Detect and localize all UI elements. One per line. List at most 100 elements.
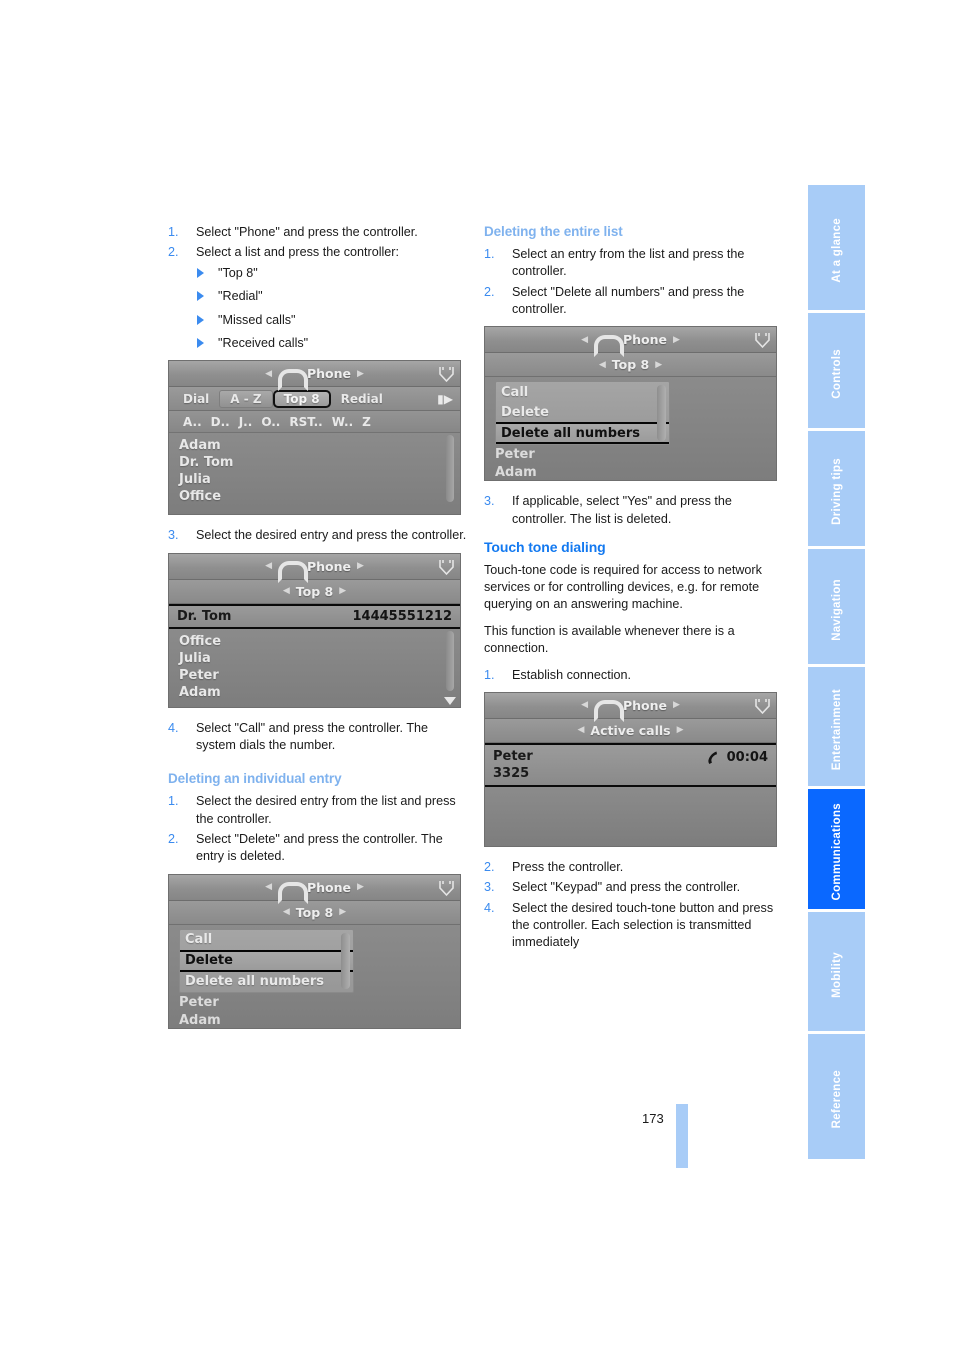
back-corner-icon[interactable]: [438, 365, 455, 383]
step-number: 2.: [484, 859, 495, 874]
next-arrow-icon[interactable]: ▶: [357, 561, 364, 571]
step-text: Select an entry from the list and press …: [512, 246, 745, 279]
next-arrow-icon[interactable]: ▶: [357, 882, 364, 892]
menu-item-call[interactable]: Call: [180, 930, 353, 950]
list-row[interactable]: Adam: [179, 1013, 221, 1028]
tab-top8[interactable]: Top 8: [272, 389, 331, 408]
step-text: Select "Delete all numbers" and press th…: [512, 284, 745, 316]
menu-scrollbar[interactable]: [341, 932, 350, 989]
prev-arrow-icon[interactable]: ◀: [581, 335, 588, 345]
scrollbar[interactable]: [446, 630, 454, 691]
back-corner-icon[interactable]: [438, 879, 455, 897]
step-select-call: 4. Select "Call" and press the controlle…: [168, 720, 468, 755]
step-text: Select the desired entry and press the c…: [196, 528, 467, 543]
back-corner-icon[interactable]: [438, 558, 455, 576]
list-row[interactable]: Dr. Tom: [179, 454, 460, 471]
letter-group[interactable]: D..: [211, 415, 230, 429]
step-number: 2.: [484, 284, 495, 299]
tab-a-z[interactable]: A - Z: [219, 389, 273, 408]
prev-arrow-icon[interactable]: ◀: [283, 907, 290, 917]
screenshot-phone-menu-delete-all: ◀ Phone ▶ ◀ Top 8 ▶ Peter Adam Call Dele…: [484, 326, 777, 482]
paragraph-touch-tone-info: Touch-tone code is required for access t…: [484, 562, 762, 612]
back-corner-icon[interactable]: [754, 331, 771, 349]
list-row[interactable]: Julia: [179, 650, 460, 667]
screen-subtitlebar: ◀ Active calls ▶: [485, 718, 776, 743]
list-row[interactable]: Office: [179, 633, 460, 650]
prev-arrow-icon[interactable]: ◀: [265, 882, 272, 892]
next-arrow-icon[interactable]: ▶: [673, 700, 680, 710]
sidebar-item-controls[interactable]: Controls: [808, 313, 865, 431]
prev-arrow-icon[interactable]: ◀: [265, 369, 272, 379]
menu-scrollbar[interactable]: [657, 385, 666, 442]
scroll-down-icon[interactable]: [444, 696, 456, 705]
back-corner-icon[interactable]: [754, 697, 771, 715]
sidebar-item-navigation[interactable]: Navigation: [808, 549, 865, 667]
screen-tabrow: Dial A - Z Top 8 Redial ▮▶: [169, 387, 460, 412]
sidebar-item-reference[interactable]: Reference: [808, 1034, 865, 1159]
menu-item-call[interactable]: Call: [496, 382, 669, 402]
letter-group[interactable]: O..: [261, 415, 280, 429]
next-arrow-icon[interactable]: ▶: [357, 369, 364, 379]
list-row[interactable]: Peter: [179, 995, 219, 1010]
tab-dial[interactable]: Dial: [173, 391, 219, 407]
step-number: 2.: [168, 832, 179, 846]
sidebar-item-label: Communications: [830, 803, 843, 901]
manual-page: 1. Select "Phone" and press the controll…: [0, 0, 954, 1351]
menu-item-delete[interactable]: Delete: [180, 949, 353, 972]
screenshot-phone-top8: ◀ Phone ▶ ◀ Top 8 ▶ Dr. Tom 14445551212: [168, 552, 461, 708]
active-call-row[interactable]: Peter 3325 00:04: [485, 742, 776, 787]
next-arrow-icon[interactable]: ▶: [339, 907, 346, 917]
next-arrow-icon[interactable]: ▶: [673, 335, 680, 345]
step-item: 1. Select the desired entry from the lis…: [168, 793, 468, 828]
list-row[interactable]: Adam: [495, 465, 537, 480]
step-number: 1.: [484, 246, 495, 261]
next-arrow-icon[interactable]: ▶: [655, 360, 662, 370]
list-row[interactable]: Adam: [179, 437, 460, 454]
step-text: Select "Call" and press the controller. …: [196, 720, 429, 752]
screen-titlebar: ◀ Phone ▶: [485, 327, 776, 357]
prev-arrow-icon[interactable]: ◀: [265, 561, 272, 571]
list-row[interactable]: Peter: [179, 667, 460, 684]
steps-delete-entire-list: 1. Select an entry from the list and pre…: [484, 246, 784, 319]
steps-select-list: 1. Select "Phone" and press the controll…: [168, 224, 468, 262]
step-number: 3.: [168, 528, 179, 543]
letter-group[interactable]: J..: [239, 415, 253, 429]
letter-group[interactable]: Z: [362, 415, 371, 429]
next-arrow-icon[interactable]: ▶: [677, 725, 684, 735]
letter-group[interactable]: RST..: [289, 415, 322, 429]
screen-list: Peter Adam Call Delete Delete all number…: [169, 924, 460, 1028]
list-row[interactable]: Office: [179, 488, 460, 505]
sidebar-item-at-a-glance[interactable]: At a glance: [808, 185, 865, 313]
selected-contact-row[interactable]: Dr. Tom 14445551212: [169, 603, 460, 629]
list-row[interactable]: Peter: [495, 447, 535, 462]
list-row[interactable]: Adam: [179, 684, 460, 701]
step-number: 1.: [484, 667, 495, 682]
menu-item-delete[interactable]: Delete: [496, 402, 669, 422]
prev-arrow-icon[interactable]: ◀: [577, 725, 584, 735]
menu-item-delete-all[interactable]: Delete all numbers: [180, 972, 353, 992]
letter-group[interactable]: W..: [332, 415, 353, 429]
sidebar-item-driving-tips[interactable]: Driving tips: [808, 431, 865, 549]
list-item-label: "Top 8": [218, 265, 258, 280]
screen-title: Phone: [306, 879, 352, 895]
steps-keypad: 2. Press the controller. 3. Select "Keyp…: [484, 859, 784, 952]
screenshot-phone-menu-delete: ◀ Phone ▶ ◀ Top 8 ▶ Peter Adam Call Dele…: [168, 873, 461, 1029]
prev-arrow-icon[interactable]: ◀: [581, 700, 588, 710]
menu-item-delete-all[interactable]: Delete all numbers: [496, 422, 669, 445]
active-call-info: Peter 3325: [493, 748, 705, 782]
step-text: Select the desired touch-tone button and…: [512, 900, 774, 950]
sidebar-item-communications[interactable]: Communications: [808, 789, 865, 912]
list-row[interactable]: Julia: [179, 471, 460, 488]
scrollbar[interactable]: [446, 435, 454, 503]
prev-arrow-icon[interactable]: ◀: [599, 360, 606, 370]
sidebar-item-entertainment[interactable]: Entertainment: [808, 667, 865, 789]
list-item: "Top 8": [196, 265, 468, 282]
next-arrow-icon[interactable]: ▶: [339, 586, 346, 596]
prev-arrow-icon[interactable]: ◀: [283, 586, 290, 596]
tab-redial[interactable]: Redial: [331, 391, 393, 407]
paragraph-availability: This function is available whenever ther…: [484, 623, 735, 656]
sidebar-item-mobility[interactable]: Mobility: [808, 912, 865, 1034]
more-tabs-icon[interactable]: ▮▶: [437, 392, 456, 406]
letter-group[interactable]: A..: [183, 415, 202, 429]
screen-titlebar: ◀ Phone ▶: [485, 692, 776, 723]
